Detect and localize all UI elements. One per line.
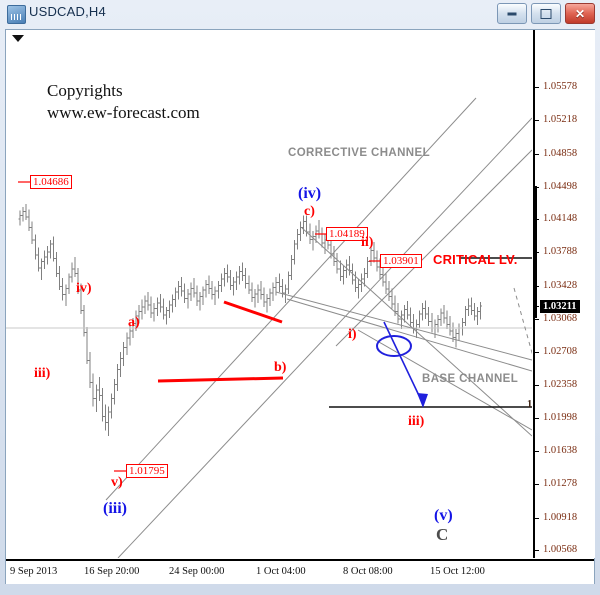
maximize-button[interactable] xyxy=(531,3,561,24)
price-axis-label: 1.02708 xyxy=(543,346,578,358)
price-axis-label: 1.00568 xyxy=(543,544,578,555)
price-tick xyxy=(535,384,539,386)
time-axis-label: 1 Oct 04:00 xyxy=(256,566,306,577)
price-axis-label: 1.04498 xyxy=(543,180,578,192)
price-tag-1: 1.04686 xyxy=(30,175,72,189)
window-controls: ✕ xyxy=(497,3,595,24)
price-axis-label: 1.01278 xyxy=(543,478,578,490)
price-axis-label: 1.03068 xyxy=(543,312,578,324)
price-axis-label: 1.03788 xyxy=(543,246,578,258)
price-axis-label: 1.04858 xyxy=(543,147,578,159)
chart-window-icon xyxy=(7,5,26,24)
window-titlebar[interactable]: USDCAD,H4 ✕ xyxy=(0,0,600,27)
price-tick xyxy=(535,318,539,320)
price-axis-label: 1.05578 xyxy=(543,81,578,92)
price-tick xyxy=(535,153,539,155)
price-axis-label: 1.01638 xyxy=(543,445,578,457)
price-axis-label: 1.01998 xyxy=(543,411,578,423)
chart-area[interactable]: Copyrights www.ew-forecast.com 1.04686 1… xyxy=(5,29,595,584)
chart-window: USDCAD,H4 ✕ Copyrights www.ew-forecast.c… xyxy=(0,0,600,595)
time-axis-label: 8 Oct 08:00 xyxy=(343,566,393,577)
price-tick xyxy=(535,352,539,354)
current-price-marker xyxy=(533,185,537,318)
price-tick xyxy=(535,550,539,551)
time-axis-label: 16 Sep 20:00 xyxy=(84,566,140,577)
window-title: USDCAD,H4 xyxy=(29,4,106,19)
price-tick xyxy=(535,120,539,122)
time-axis[interactable]: 9 Sep 2013 16 Sep 20:00 24 Sep 00:00 1 Oct … xyxy=(6,559,594,584)
close-icon: ✕ xyxy=(574,6,586,21)
minimize-button[interactable] xyxy=(497,3,527,24)
minimize-icon xyxy=(507,12,517,15)
price-tick xyxy=(535,451,539,453)
price-tick xyxy=(535,87,539,88)
current-price-label: 1.03211 xyxy=(540,299,580,313)
price-axis-label: 1.05218 xyxy=(543,114,578,126)
price-axis-label: 1.04148 xyxy=(543,213,578,225)
price-tick xyxy=(535,417,539,419)
price-axis-label: 1.03428 xyxy=(543,279,578,291)
price-tick xyxy=(535,484,539,486)
price-tag-4: 1.01795 xyxy=(126,464,168,478)
time-axis-label: 24 Sep 00:00 xyxy=(169,566,225,577)
time-axis-label: 9 Sep 2013 xyxy=(10,566,58,577)
watermark: Copyrights www.ew-forecast.com xyxy=(47,80,200,125)
watermark-line-2: www.ew-forecast.com xyxy=(47,103,200,123)
maximize-icon xyxy=(540,8,552,19)
price-tag-3: 1.03901 xyxy=(380,254,422,268)
watermark-line-1: Copyrights xyxy=(47,81,123,100)
price-axis[interactable]: 1.05578 1.05218 1.04858 1.04498 1.04148 1.037… xyxy=(533,30,595,558)
price-axis-label: 1.00918 xyxy=(543,511,578,523)
price-tag-2: 1.04189 xyxy=(326,227,368,241)
price-axis-label: 1.02358 xyxy=(543,378,578,390)
close-button[interactable]: ✕ xyxy=(565,3,595,24)
price-plot[interactable]: Copyrights www.ew-forecast.com 1.04686 1… xyxy=(6,30,532,558)
price-tick xyxy=(535,517,539,519)
time-axis-label: 15 Oct 12:00 xyxy=(430,566,485,577)
